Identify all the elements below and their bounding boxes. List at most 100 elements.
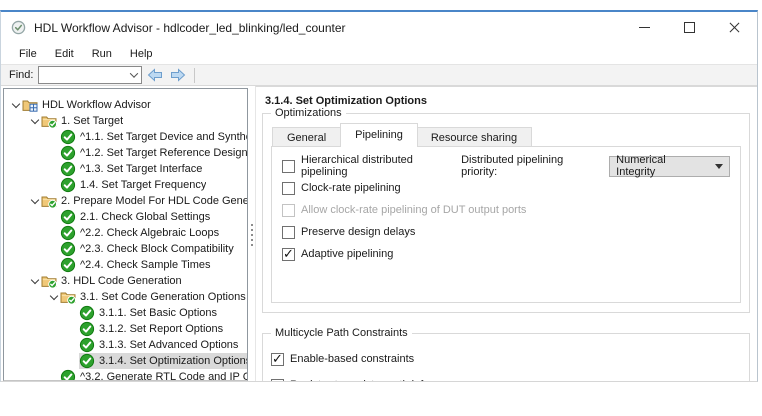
find-dropdown-button[interactable] xyxy=(127,67,141,83)
find-input[interactable] xyxy=(39,69,127,81)
check-circle-icon xyxy=(60,257,76,273)
folder-check-icon xyxy=(60,289,76,305)
check-circle-icon xyxy=(60,241,76,257)
row-enable-based-constraints: Enable-based constraints xyxy=(271,346,739,372)
tree-item-3-hdl-code-generation[interactable]: 3. HDL Code Generation xyxy=(4,273,247,289)
tree-item-1-3[interactable]: ^1.3. Set Target Interface xyxy=(4,161,247,177)
tree-item-2-3[interactable]: ^2.3. Check Block Compatibility xyxy=(4,241,247,257)
adaptive-pipelining-checkbox[interactable] xyxy=(282,248,295,261)
row-clock-rate-pipelining: Clock-rate pipelining xyxy=(282,177,730,199)
menu-help[interactable]: Help xyxy=(121,45,162,63)
find-previous-button[interactable] xyxy=(145,67,165,84)
enable-based-constraints-checkbox[interactable] xyxy=(271,353,284,366)
tree-item-3-1-4-selected[interactable]: 3.1.4. Set Optimization Options xyxy=(4,353,247,369)
tree-item-2-4[interactable]: ^2.4. Check Sample Times xyxy=(4,257,247,273)
menu-run[interactable]: Run xyxy=(83,45,121,63)
check-circle-icon xyxy=(60,129,76,145)
pipelining-tab-pane: Hierarchical distributed pipelining Dist… xyxy=(271,146,741,303)
tree-item-3-1[interactable]: 3.1. Set Code Generation Options xyxy=(4,289,247,305)
close-button[interactable] xyxy=(712,12,757,43)
close-icon xyxy=(729,22,740,33)
toolbar-separator xyxy=(194,68,195,83)
dropdown-arrow-icon xyxy=(715,164,723,169)
folder-check-icon xyxy=(41,273,57,289)
find-combobox[interactable] xyxy=(38,66,142,84)
tree-item-1-2[interactable]: ^1.2. Set Target Reference Design xyxy=(4,145,247,161)
maximize-icon xyxy=(684,22,695,33)
app-icon xyxy=(11,20,26,35)
optimizations-group-label: Optimizations xyxy=(271,107,346,119)
folder-check-icon xyxy=(41,113,57,129)
folder-check-icon xyxy=(41,193,57,209)
folder-grid-icon xyxy=(22,97,38,113)
find-next-button[interactable] xyxy=(168,67,188,84)
task-heading: 3.1.4. Set Optimization Options xyxy=(265,95,427,107)
expander-icon[interactable] xyxy=(10,99,22,111)
check-circle-icon xyxy=(60,177,76,193)
check-circle-icon xyxy=(60,225,76,241)
row-register-to-register-path-info: Register-to-register path info xyxy=(271,372,739,381)
tree-item-3-1-3[interactable]: 3.1.3. Set Advanced Options xyxy=(4,337,247,353)
hierarchical-distributed-pipelining-checkbox[interactable] xyxy=(282,160,295,173)
desktop: { "window": { "title": "HDL Workflow Adv… xyxy=(0,0,762,416)
optimizations-group: Optimizations General Pipelining Resourc… xyxy=(262,113,750,313)
tree-item-2-2[interactable]: ^2.2. Check Algebraic Loops xyxy=(4,225,247,241)
arrow-right-icon xyxy=(169,67,187,83)
workflow-tree: HDL Workflow Advisor 1. Set Target ^1.1.… xyxy=(4,97,247,381)
allow-clock-rate-pipelining-dut-checkbox xyxy=(282,204,295,217)
expander-icon[interactable] xyxy=(29,195,41,207)
tree-item-1-4[interactable]: 1.4. Set Target Frequency xyxy=(4,177,247,193)
chevron-down-icon xyxy=(130,69,138,77)
maximize-button[interactable] xyxy=(667,12,712,43)
minimize-button[interactable] xyxy=(622,12,667,43)
task-panel: 3.1.4. Set Optimization Options Optimiza… xyxy=(255,86,757,381)
register-to-register-path-info-checkbox[interactable] xyxy=(271,379,284,382)
menu-file[interactable]: File xyxy=(10,45,46,63)
tree-item-1-1[interactable]: ^1.1. Set Target Device and Synthesis To… xyxy=(4,129,247,145)
check-circle-icon xyxy=(60,161,76,177)
main-area: HDL Workflow Advisor 1. Set Target ^1.1.… xyxy=(1,86,757,381)
row-adaptive-pipelining: Adaptive pipelining xyxy=(282,243,730,265)
check-circle-icon xyxy=(60,369,76,381)
distributed-pipelining-priority-dropdown[interactable]: Numerical Integrity xyxy=(609,156,730,177)
row-preserve-design-delays: Preserve design delays xyxy=(282,221,730,243)
tree-item-2-prepare-model[interactable]: 2. Prepare Model For HDL Code Generation xyxy=(4,193,247,209)
check-circle-icon xyxy=(60,209,76,225)
row-allow-clock-rate-pipelining-dut: Allow clock-rate pipelining of DUT outpu… xyxy=(282,199,730,221)
check-circle-icon xyxy=(79,353,95,369)
tab-resource-sharing[interactable]: Resource sharing xyxy=(417,127,532,147)
window-title: HDL Workflow Advisor - hdlcoder_led_blin… xyxy=(34,21,346,35)
tree-item-3-1-1[interactable]: 3.1.1. Set Basic Options xyxy=(4,305,247,321)
tree-item-hdl-workflow-advisor[interactable]: HDL Workflow Advisor xyxy=(4,97,247,113)
minimize-icon xyxy=(639,27,650,28)
clock-rate-pipelining-checkbox[interactable] xyxy=(282,182,295,195)
tree-item-3-1-2[interactable]: 3.1.2. Set Report Options xyxy=(4,321,247,337)
distributed-pipelining-priority-label: Distributed pipelining priority: xyxy=(461,154,601,178)
expander-icon[interactable] xyxy=(29,115,41,127)
title-bar: HDL Workflow Advisor - hdlcoder_led_blin… xyxy=(1,12,757,43)
preserve-design-delays-checkbox[interactable] xyxy=(282,226,295,239)
find-label: Find: xyxy=(9,69,33,81)
workflow-tree-panel: HDL Workflow Advisor 1. Set Target ^1.1.… xyxy=(3,88,248,381)
multicycle-path-constraints-group: Multicycle Path Constraints Enable-based… xyxy=(262,333,750,381)
check-circle-icon xyxy=(60,145,76,161)
tree-item-2-1[interactable]: 2.1. Check Global Settings xyxy=(4,209,247,225)
expander-icon[interactable] xyxy=(48,291,60,303)
check-circle-icon xyxy=(79,321,95,337)
check-circle-icon xyxy=(79,305,95,321)
hdl-workflow-advisor-window: HDL Workflow Advisor - hdlcoder_led_blin… xyxy=(0,10,758,382)
window-controls xyxy=(622,12,757,43)
expander-icon[interactable] xyxy=(29,275,41,287)
menu-edit[interactable]: Edit xyxy=(46,45,83,63)
tree-item-3-2[interactable]: ^3.2. Generate RTL Code and IP Core xyxy=(4,369,247,381)
row-hierarchical-distributed-pipelining: Hierarchical distributed pipelining Dist… xyxy=(282,155,730,177)
check-circle-icon xyxy=(79,337,95,353)
splitter-grip-icon xyxy=(251,221,253,249)
tab-general[interactable]: General xyxy=(272,127,341,147)
menu-bar: File Edit Run Help xyxy=(1,43,757,65)
tree-item-1-set-target[interactable]: 1. Set Target xyxy=(4,113,247,129)
optimizations-tabs: General Pipelining Resource sharing xyxy=(272,123,532,147)
tab-pipelining[interactable]: Pipelining xyxy=(340,123,418,147)
arrow-left-icon xyxy=(146,67,164,83)
find-toolbar: Find: xyxy=(1,65,757,86)
